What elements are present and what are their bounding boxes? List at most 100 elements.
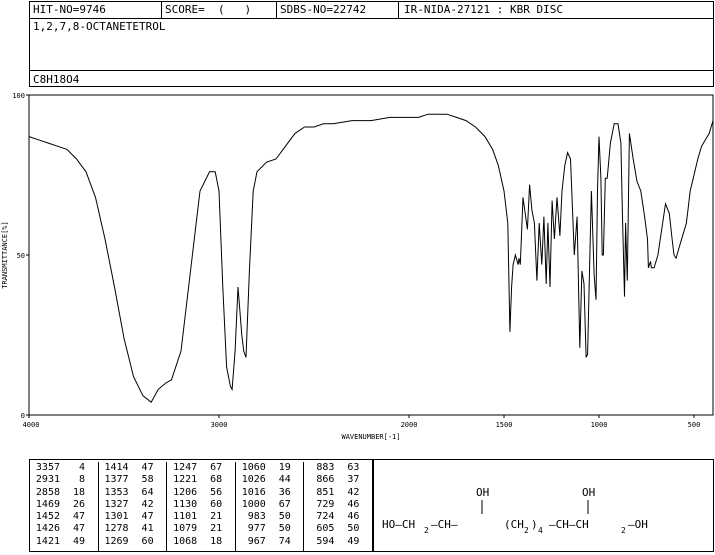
peak-column: 1247 67 1221 68 1206 56 1130 60 1101 21 1079 21 1068… (167, 462, 236, 551)
x-tick-label: 2000 (401, 421, 418, 429)
peak-transmittance: 50 (278, 523, 291, 535)
peak-transmittance: 56 (210, 486, 223, 498)
peak-transmittance: 74 (278, 535, 291, 547)
peak-row: 851 42 (304, 487, 373, 499)
peak-wavenumber: 2931 (35, 474, 60, 486)
transmittance-series-line (28, 113, 714, 403)
peak-transmittance: 42 (347, 486, 360, 498)
peak-wavenumber: 977 (247, 523, 266, 535)
hit-number: HIT-NO=9746 (33, 3, 106, 16)
peak-wavenumber: 1452 (35, 511, 60, 523)
peak-row: 1278 41 (99, 523, 167, 535)
peak-row: 1421 49 (30, 536, 98, 548)
peak-row: 1130 60 (167, 499, 235, 511)
peak-transmittance: 58 (141, 474, 154, 486)
peak-row: 724 46 (304, 511, 373, 523)
peak-transmittance: 18 (72, 486, 85, 498)
peak-transmittance: 50 (347, 523, 360, 535)
peak-wavenumber: 1421 (35, 535, 60, 547)
molecular-formula: C8H18O4 (33, 73, 80, 86)
peak-wavenumber: 1079 (173, 523, 198, 535)
x-tick-label: 1500 (496, 421, 513, 429)
structure-svg: OH OH HO—CH 2 —CH— (CH 2 ) 4 —CH—CH 2 —O… (382, 486, 648, 535)
structure-left-sub: 2 (424, 526, 429, 535)
peak-row: 1060 19 (236, 462, 304, 474)
peak-wavenumber: 866 (316, 474, 335, 486)
peak-row: 1452 47 (30, 511, 98, 523)
peak-wavenumber: 1269 (104, 535, 129, 547)
peak-wavenumber: 724 (316, 511, 335, 523)
peak-row: 1301 47 (99, 511, 167, 523)
compound-name: 1,2,7,8-OCTANETETROL (33, 20, 166, 33)
peak-wavenumber: 1414 (104, 462, 129, 473)
peak-column: 3357 4 2931 8 2858 18 1469 26 1452 47 1426 47 1421 49 (30, 462, 99, 551)
peak-row: 1414 47 (99, 462, 167, 474)
spectrum-header: HIT-NO=9746 SCORE= ( ) SDBS-NO=22742 IR-… (29, 1, 714, 87)
y-tick-label: 0 (21, 412, 25, 420)
peak-row: 1426 47 (30, 523, 98, 535)
ir-info: IR-NIDA-27121 : KBR DISC (404, 3, 563, 16)
peak-transmittance: 4 (78, 462, 85, 473)
structure-right-end: —OH (628, 518, 648, 531)
peak-column: 1060 19 1026 44 1016 36 1000 67 983 50 977 50 967 74 (236, 462, 305, 551)
structure-chain-open: (CH (504, 518, 524, 531)
peak-row: 594 49 (304, 536, 373, 548)
peak-transmittance: 47 (141, 462, 154, 473)
peak-wavenumber: 1016 (241, 486, 266, 498)
peak-row: 1101 21 (167, 511, 235, 523)
peak-wavenumber: 851 (316, 486, 335, 498)
peak-transmittance: 47 (72, 511, 85, 523)
peak-transmittance: 21 (210, 511, 223, 523)
x-tick-label: 4000 (23, 421, 40, 429)
peak-row: 883 63 (304, 462, 373, 474)
peak-column: 883 63 866 37 851 42 729 46 724 46 605 50 594 49 (304, 462, 373, 551)
peak-wavenumber: 729 (316, 498, 335, 510)
peak-transmittance: 67 (278, 498, 291, 510)
peak-row: 1247 67 (167, 462, 235, 474)
structure-drawing: OH OH HO—CH 2 —CH— (CH 2 ) 4 —CH—CH 2 —O… (373, 459, 714, 552)
peak-row: 605 50 (304, 523, 373, 535)
peak-wavenumber: 1301 (104, 511, 129, 523)
peak-wavenumber: 1101 (173, 511, 198, 523)
ir-spectrum-chart: 0 50 100 4000 3000 2000 1500 1000 500 WAVENUMBE… (1, 92, 714, 441)
structure-ch-2: —CH—CH (549, 518, 589, 531)
peak-row: 1000 67 (236, 499, 304, 511)
peak-wavenumber: 883 (316, 462, 335, 473)
peak-wavenumber: 1060 (241, 462, 266, 473)
peak-wavenumber: 1130 (173, 498, 198, 510)
peak-row: 983 50 (236, 511, 304, 523)
peak-wavenumber: 1469 (35, 498, 60, 510)
peak-row: 1469 26 (30, 499, 98, 511)
peak-wavenumber: 1026 (241, 474, 266, 486)
x-axis-label: WAVENUMBER[-1] (341, 433, 400, 441)
peak-wavenumber: 1278 (104, 523, 129, 535)
peak-wavenumber: 2858 (35, 486, 60, 498)
peak-row: 1269 60 (99, 536, 167, 548)
peak-transmittance: 41 (141, 523, 154, 535)
peak-transmittance: 21 (210, 523, 223, 535)
peak-row: 1016 36 (236, 487, 304, 499)
peak-row: 1079 21 (167, 523, 235, 535)
peak-row: 2858 18 (30, 487, 98, 499)
peak-transmittance: 37 (347, 474, 360, 486)
x-tick-label: 1000 (591, 421, 608, 429)
peak-wavenumber: 1353 (104, 486, 129, 498)
peak-transmittance: 42 (141, 498, 154, 510)
peak-wavenumber: 1426 (35, 523, 60, 535)
x-axis: 4000 3000 2000 1500 1000 500 (23, 415, 700, 429)
peak-wavenumber: 3357 (35, 462, 60, 473)
peak-transmittance: 64 (141, 486, 154, 498)
peak-wavenumber: 1068 (173, 535, 198, 547)
y-tick-label: 100 (12, 92, 25, 100)
peak-row: 1026 44 (236, 474, 304, 486)
peak-transmittance: 26 (72, 498, 85, 510)
structure-right-sub: 2 (621, 526, 626, 535)
peak-wavenumber: 594 (316, 535, 335, 547)
peak-row: 967 74 (236, 536, 304, 548)
peak-transmittance: 50 (278, 511, 291, 523)
peak-transmittance: 63 (347, 462, 360, 473)
peak-wavenumber: 967 (247, 535, 266, 547)
peak-transmittance: 49 (72, 535, 85, 547)
peak-wavenumber: 983 (247, 511, 266, 523)
y-axis: 0 50 100 (12, 92, 29, 420)
